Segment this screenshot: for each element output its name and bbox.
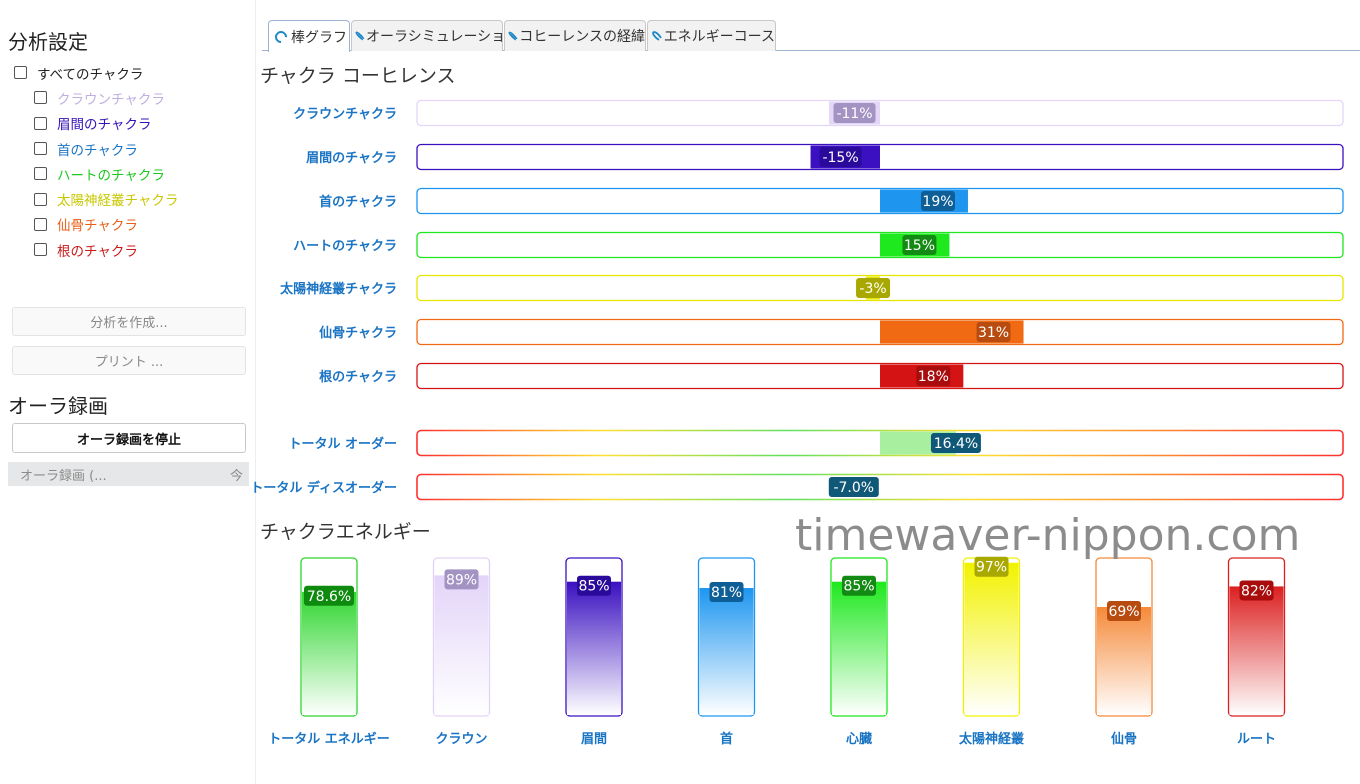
energy-value: 81% xyxy=(711,585,742,601)
coherence-value: -11% xyxy=(836,106,872,122)
energy-bar xyxy=(302,591,356,715)
energy-bar xyxy=(964,562,1019,715)
energy-value: 78.6% xyxy=(307,589,351,605)
energy-label: 仙骨 xyxy=(1111,731,1137,747)
energy-value: 97% xyxy=(976,560,1007,576)
tab-label: 棒グラフ xyxy=(291,29,347,46)
coherence-label: 仙骨チャクラ xyxy=(319,325,397,341)
energy-value: 89% xyxy=(446,572,477,588)
energy-bar xyxy=(567,581,621,715)
coherence-label: 眉間のチャクラ xyxy=(306,151,397,166)
coherence-value: 15% xyxy=(904,238,935,254)
energy-bar xyxy=(1097,606,1151,715)
energy-value: 82% xyxy=(1241,583,1272,599)
refresh-icon xyxy=(272,28,290,45)
coherence-label: 根のチャクラ xyxy=(319,369,397,385)
energy-bar xyxy=(699,588,754,715)
energy-bar xyxy=(832,581,886,715)
chakra-charts: クラウンチャクラ -11% 眉間のチャクラ -15% 首のチャクラ 19% ハートのチャクラ… xyxy=(250,99,1344,747)
total-value: 16.4% xyxy=(934,436,978,452)
energy-label: 首 xyxy=(720,731,733,747)
watermark: timewaver-nippon.com xyxy=(795,510,1301,561)
coherence-value: 31% xyxy=(978,325,1009,341)
energy-value: 85% xyxy=(843,579,874,595)
total-value: -7.0% xyxy=(833,480,874,496)
coherence-value: -15% xyxy=(822,150,858,166)
energy-label: 心臓 xyxy=(846,731,872,747)
energy-label: クラウン xyxy=(435,732,487,747)
coherence-value: 19% xyxy=(922,194,953,210)
energy-label: 太陽神経叢 xyxy=(958,731,1025,747)
total-label: トータル ディスオーダー xyxy=(250,480,397,496)
coherence-label: 首のチャクラ xyxy=(319,194,397,210)
energy-label: トータル エネルギー xyxy=(268,731,390,747)
coherence-label: ハートのチャクラ xyxy=(293,239,397,254)
total-label: トータル オーダー xyxy=(288,436,397,452)
coherence-label: クラウンチャクラ xyxy=(293,107,397,122)
tab-bar-chart[interactable]: 棒グラフ xyxy=(268,20,350,52)
energy-bar xyxy=(434,575,489,715)
energy-label: 眉間 xyxy=(581,732,607,747)
energy-label: ルート xyxy=(1237,732,1276,747)
energy-value: 69% xyxy=(1108,604,1139,620)
coherence-value: 18% xyxy=(918,369,949,385)
energy-bar xyxy=(1229,586,1284,715)
coherence-label: 太陽神経叢チャクラ xyxy=(279,281,397,297)
coherence-value: -3% xyxy=(859,281,886,297)
energy-value: 85% xyxy=(578,579,609,595)
